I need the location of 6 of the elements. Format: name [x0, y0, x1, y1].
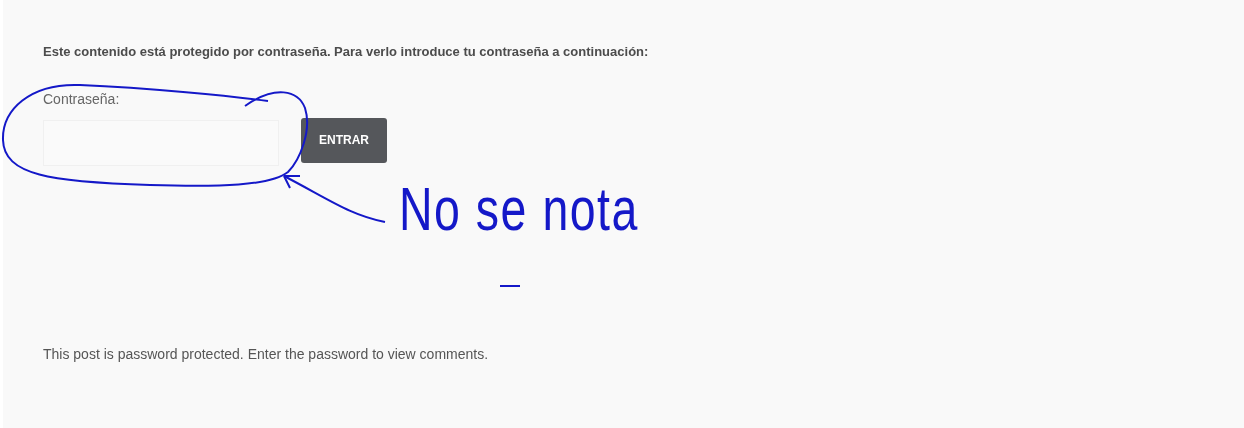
protection-notice: Este contenido está protegido por contraseña. Para verlo introduce tu contraseña a continuación: [43, 43, 650, 61]
dash-mark [499, 285, 521, 287]
handwritten-note: No se nota [399, 178, 639, 240]
field-label: Contraseña: [43, 89, 121, 109]
submit-button[interactable]: ENTRAR [301, 117, 387, 163]
comments-notice: This post is password protected. Enter the password to view comments. [43, 344, 490, 364]
